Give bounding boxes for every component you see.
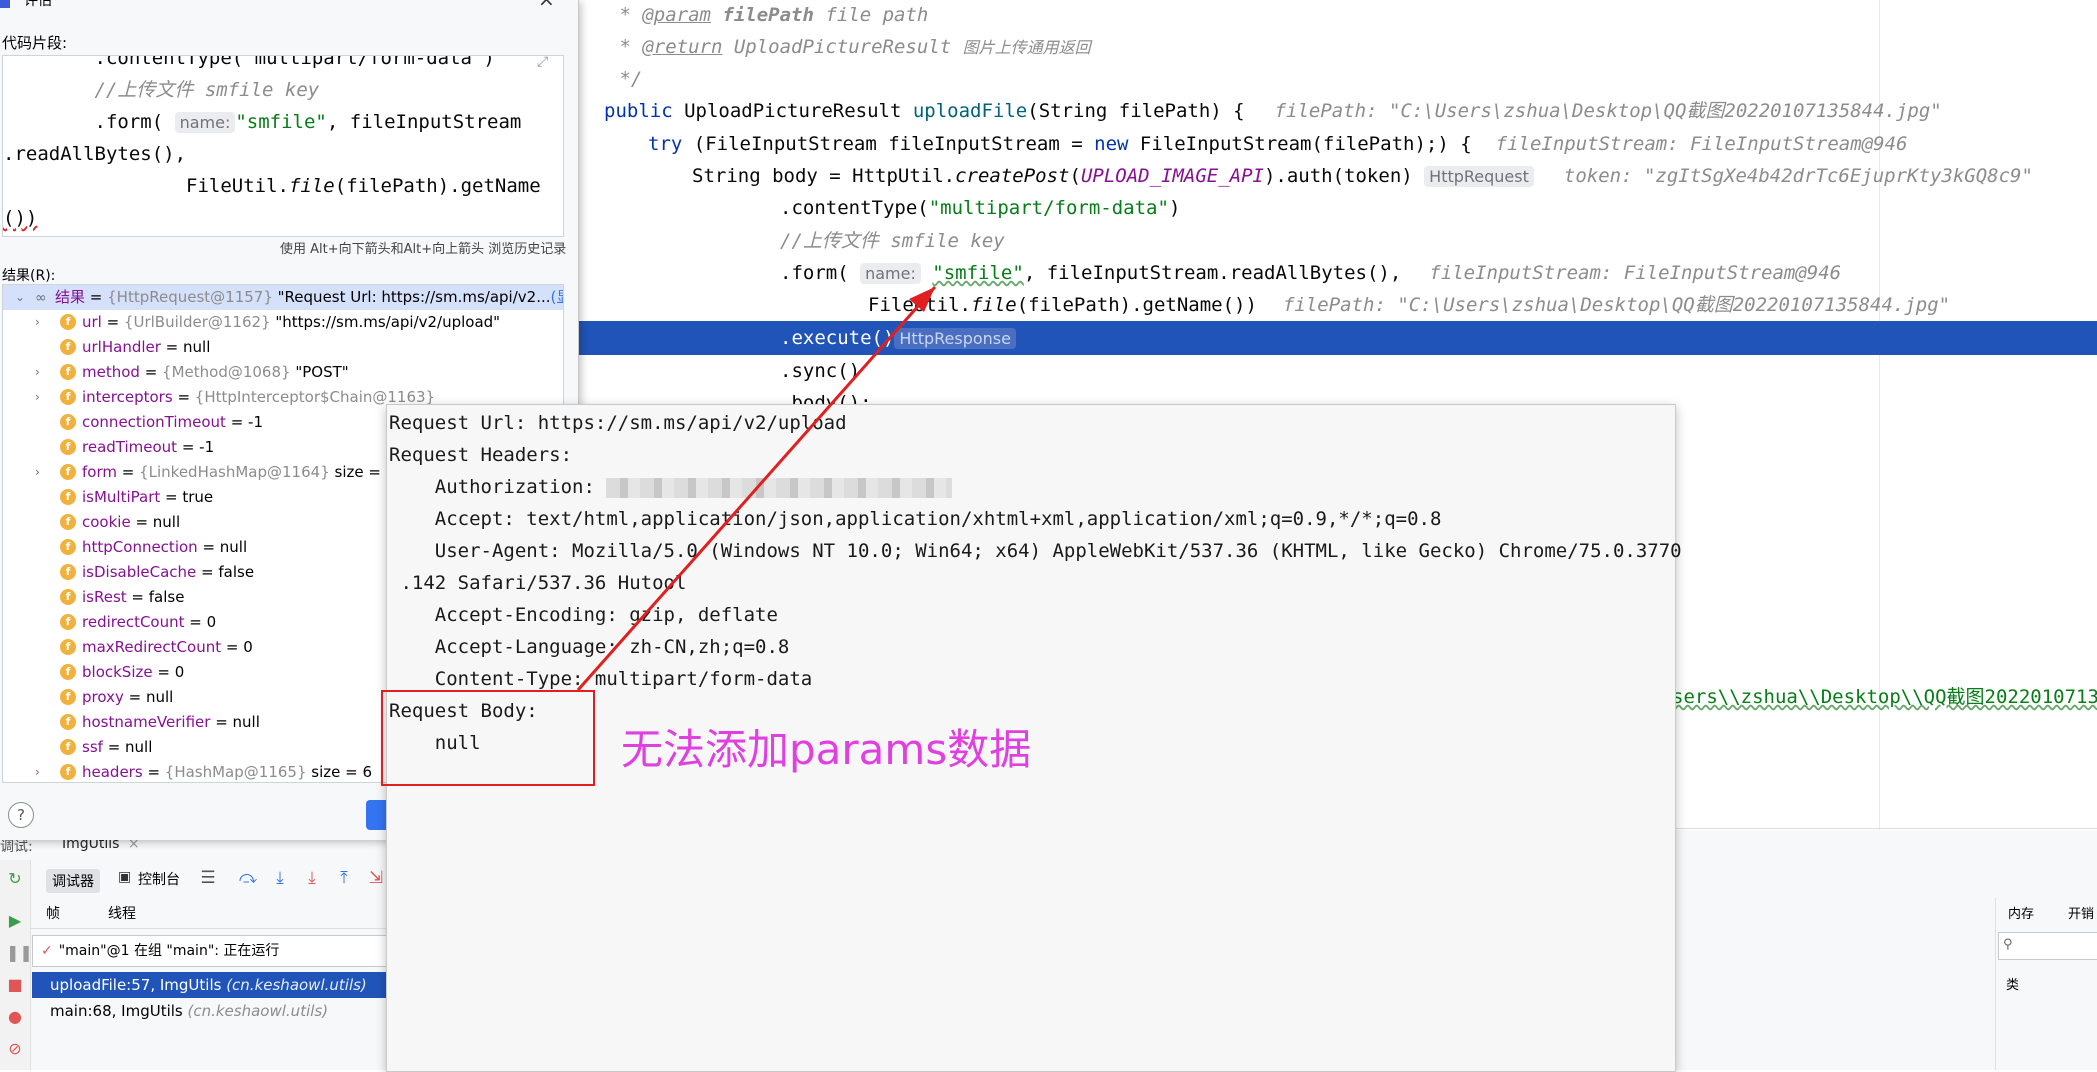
annotation-arrow bbox=[576, 286, 937, 691]
